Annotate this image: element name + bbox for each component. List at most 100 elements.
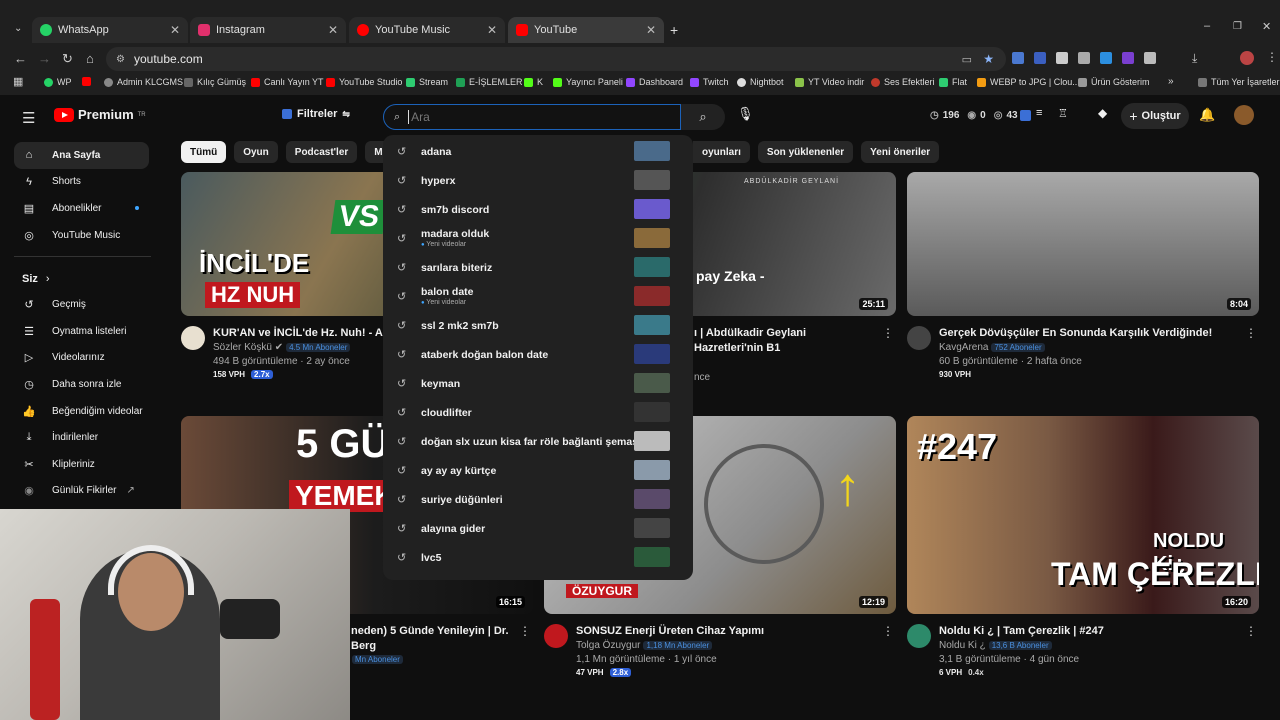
video-title[interactable]: neden) 5 Günde Yenileyin | Dr. Berg [351,624,521,654]
chip[interactable]: Yeni öneriler [861,141,940,163]
sidebar-item-playlists[interactable]: ☰ Oynatma listeleri [14,318,149,345]
extension-icon[interactable] [1034,52,1046,64]
star-icon[interactable]: ★ [983,52,994,66]
extension-icon[interactable] [1056,52,1068,64]
channel-avatar[interactable] [544,624,568,648]
bookmark[interactable]: WEBP to JPG | Clou... [977,77,1080,87]
more-options-icon[interactable]: ⋮ [1245,624,1257,638]
chip[interactable]: oyunları [693,141,750,163]
bookmark[interactable]: YouTube Studio [326,77,402,87]
bookmark[interactable]: Yayıncı Paneli [553,77,623,87]
suggestion-item[interactable]: ↺ doğan slx uzun kisa far röle bağlanti ş… [383,427,693,456]
forward-icon[interactable]: → [38,51,51,66]
channel-name[interactable]: Sözler Köşkü [213,342,272,353]
trophy-icon[interactable]: ♖ [1058,107,1068,120]
sidebar-item-downloads[interactable]: ⤓ İndirilenler [14,424,149,451]
maximize-button[interactable]: ❐ [1233,21,1242,32]
sidebar-item-your-videos[interactable]: ▷ Videolarınız [14,345,149,372]
extension-icon[interactable] [1122,52,1134,64]
avatar[interactable] [1234,105,1254,125]
search-button[interactable]: ⌕ [681,104,725,130]
site-info-icon[interactable]: ⚙ [116,54,125,65]
channel-avatar[interactable] [907,326,931,350]
search-box[interactable]: ⌕ Ara [383,104,681,130]
suggestion-item[interactable]: ↺ madara oldukYeni videolar [383,224,693,253]
suggestion-item[interactable]: ↺ sm7b discord [383,195,693,224]
tab-whatsapp[interactable]: WhatsApp ✕ [32,17,188,43]
video-card[interactable]: 8:04 Gerçek Dövüşçüler En Sonunda Karşıl… [907,172,1259,386]
extension-icon[interactable] [1020,110,1031,121]
bookmark[interactable]: Flat [939,77,967,87]
chip[interactable]: Podcast'ler [285,141,358,163]
bookmark[interactable]: Twitch [690,77,729,87]
sidebar-section-you[interactable]: Siz › [0,267,165,291]
close-icon[interactable]: ✕ [646,23,656,37]
bookmark[interactable]: Admin KLCGMS [104,77,183,87]
more-options-icon[interactable]: ⋮ [882,326,894,340]
video-title[interactable]: Gerçek Dövüşçüler En Sonunda Karşılık Ve… [939,326,1244,341]
bookmark[interactable]: Ürün Gösterim [1078,77,1150,87]
suggestion-item[interactable]: ↺ balon dateYeni videolar [383,282,693,311]
close-window-button[interactable]: ✕ [1262,20,1271,33]
channel-name[interactable]: Tolga Özuygur [576,640,640,651]
youtube-premium-logo[interactable]: Premium TR [54,107,146,122]
apps-icon[interactable]: ▦ [13,75,23,88]
video-title[interactable]: SONSUZ Enerji Üreten Cihaz Yapımı [576,624,881,639]
suggestion-item[interactable]: ↺ hyperx [383,166,693,195]
chip[interactable]: Oyun [234,141,278,163]
create-button[interactable]: + Oluştur [1121,103,1189,129]
video-title[interactable]: ı | Abdülkadir Geylani Hazretleri'nin B1 [694,326,874,356]
close-icon[interactable]: ✕ [170,23,180,37]
bookmark[interactable]: YT Video indir [795,77,864,87]
video-thumbnail[interactable]: #247 NOLDU Ki¿ TAM ÇEREZLIK 16:20 [907,416,1259,614]
bookmark[interactable]: E-İŞLEMLER [456,77,523,87]
gamepad-icon[interactable]: ◆ [1098,106,1107,120]
home-icon[interactable]: ⌂ [86,51,94,66]
tab-youtube[interactable]: YouTube ✕ [508,17,664,43]
microphone-icon[interactable]: 🎙 [737,106,754,122]
sidebar-item-clips[interactable]: ✂ Klipleriniz [14,451,149,478]
bookmark[interactable]: Stream [406,77,448,87]
suggestion-item[interactable]: ↺ lvc5 [383,543,693,572]
bookmark[interactable]: WP [44,77,72,87]
close-icon[interactable]: ✕ [328,23,338,37]
video-card[interactable]: #247 NOLDU Ki¿ TAM ÇEREZLIK 16:20 Noldu … [907,416,1259,684]
sidebar-item-history[interactable]: ↺ Geçmiş [14,291,149,318]
chip[interactable]: Son yüklenenler [757,141,854,163]
suggestion-item[interactable]: ↺ alayına gider [383,514,693,543]
video-thumbnail[interactable]: 8:04 [907,172,1259,316]
suggestion-item[interactable]: ↺ suriye düğünleri [383,485,693,514]
extension-icon[interactable] [1078,52,1090,64]
more-options-icon[interactable]: ⋮ [519,624,531,638]
more-options-icon[interactable]: ⋮ [882,624,894,638]
profile-icon[interactable] [1240,51,1254,65]
bookmark[interactable] [82,77,91,86]
bookmark[interactable]: Kılıç Gümüş [184,77,246,87]
channel-name[interactable]: KavgArena [939,342,988,353]
sidebar-item-shorts[interactable]: ϟ Shorts [14,169,149,196]
reload-icon[interactable]: ↻ [62,51,73,67]
tab-search-icon[interactable]: ⌄ [14,23,22,34]
extension-icon[interactable] [1012,52,1024,64]
install-icon[interactable]: ▭ [962,53,972,66]
sidebar-item-subscriptions[interactable]: ▤ Abonelikler [14,195,149,222]
sidebar-item-daily-ideas[interactable]: ◉ Günlük Fikirler ↗ [14,478,149,505]
filters-button[interactable]: Filtreler ⇋ [282,108,350,120]
video-title[interactable]: Noldu Ki ¿ | Tam Çerezlik | #247 [939,624,1244,639]
sidebar-item-liked-videos[interactable]: 👍 Beğendiğim videolar [14,398,149,425]
suggestion-item[interactable]: ↺ ssl 2 mk2 sm7b [383,311,693,340]
sidebar-item-home[interactable]: ⌂ Ana Sayfa [14,142,149,169]
address-bar[interactable]: ⚙ youtube.com ▭ ★ [106,47,1006,71]
search-input[interactable]: Ara [408,110,430,124]
bookmark[interactable]: Nightbot [737,77,784,87]
bell-icon[interactable]: 🔔 [1199,107,1215,123]
bookmark[interactable]: Ses Efektleri [871,77,935,87]
chip[interactable]: Tümü [181,141,227,163]
tab-instagram[interactable]: Instagram ✕ [190,17,346,43]
all-bookmarks[interactable]: Tüm Yer İşaretleri [1198,77,1280,87]
suggestion-item[interactable]: ↺ sarılara biteriz [383,253,693,282]
puzzle-icon[interactable] [1144,52,1156,64]
menu-icon[interactable]: ⋮ [1266,50,1278,64]
channel-name[interactable]: Noldu Ki ¿ [939,640,986,651]
sidebar-item-watch-later[interactable]: ◷ Daha sonra izle [14,371,149,398]
